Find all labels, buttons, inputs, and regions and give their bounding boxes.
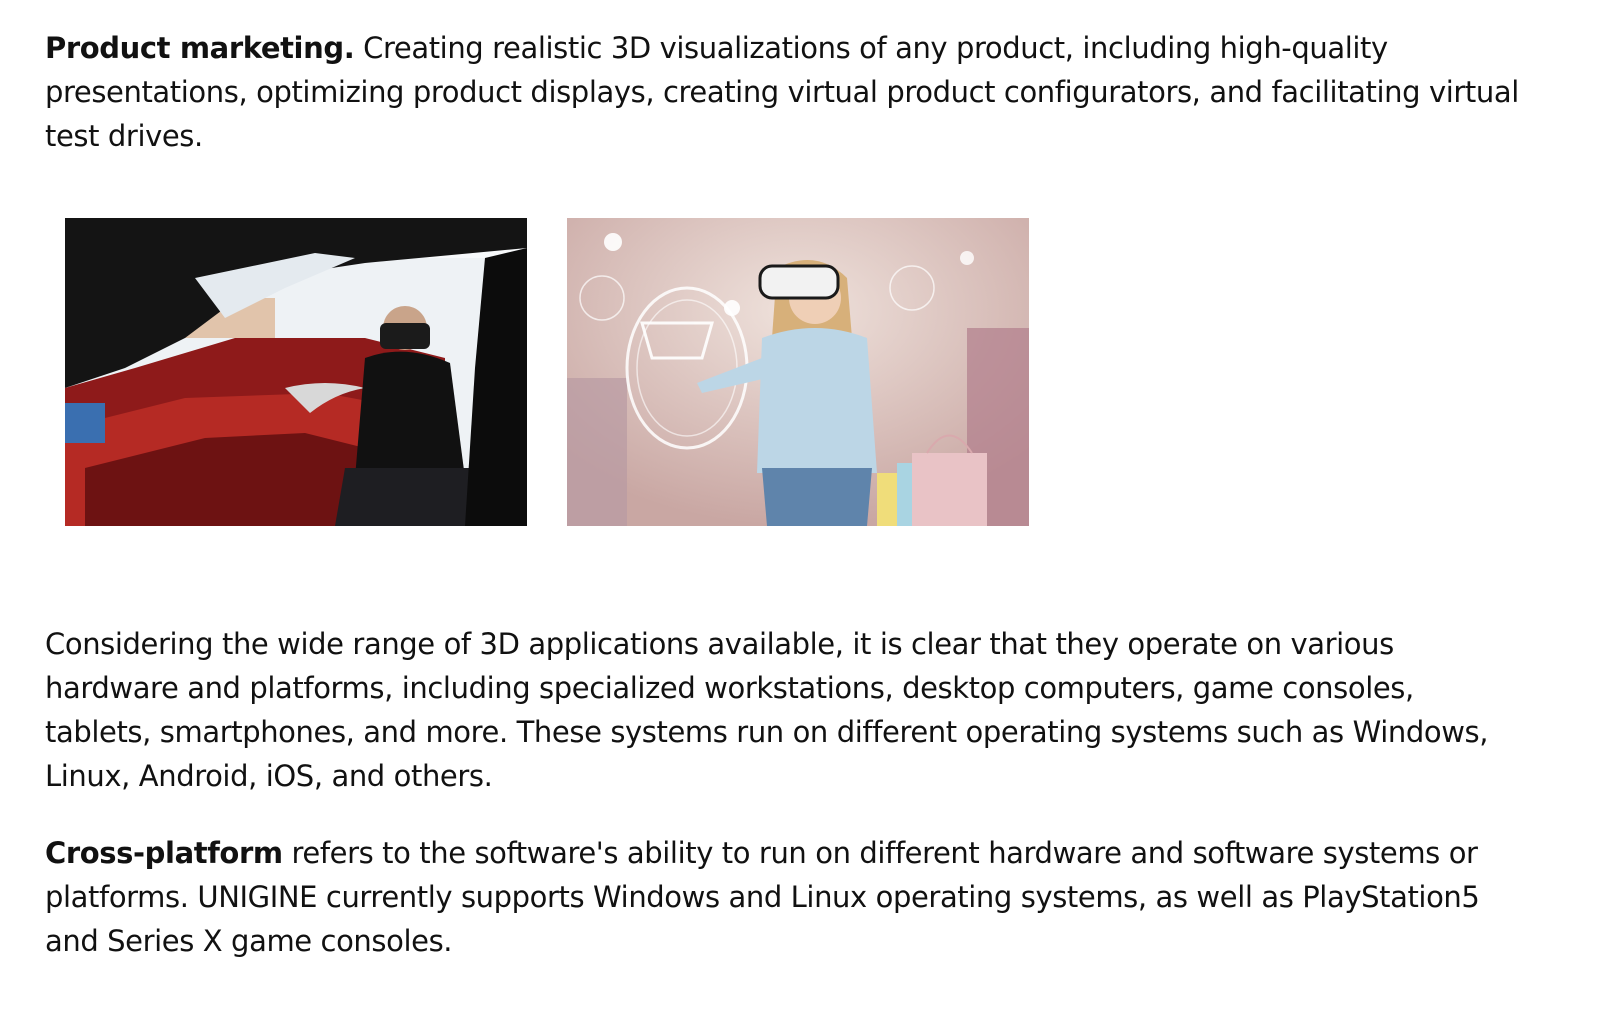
vr-car-photo <box>65 218 527 526</box>
platforms-paragraph: Considering the wide range of 3D applica… <box>45 627 1489 793</box>
cross-platform-heading: Cross-platform <box>45 836 283 870</box>
vr-shopping-photo <box>567 218 1029 526</box>
product-marketing-heading: Product marketing. <box>45 31 355 65</box>
cross-platform-paragraph: Cross-platform refers to the software's … <box>45 831 1525 963</box>
product-marketing-paragraph: Product marketing. Creating realistic 3D… <box>45 26 1525 158</box>
